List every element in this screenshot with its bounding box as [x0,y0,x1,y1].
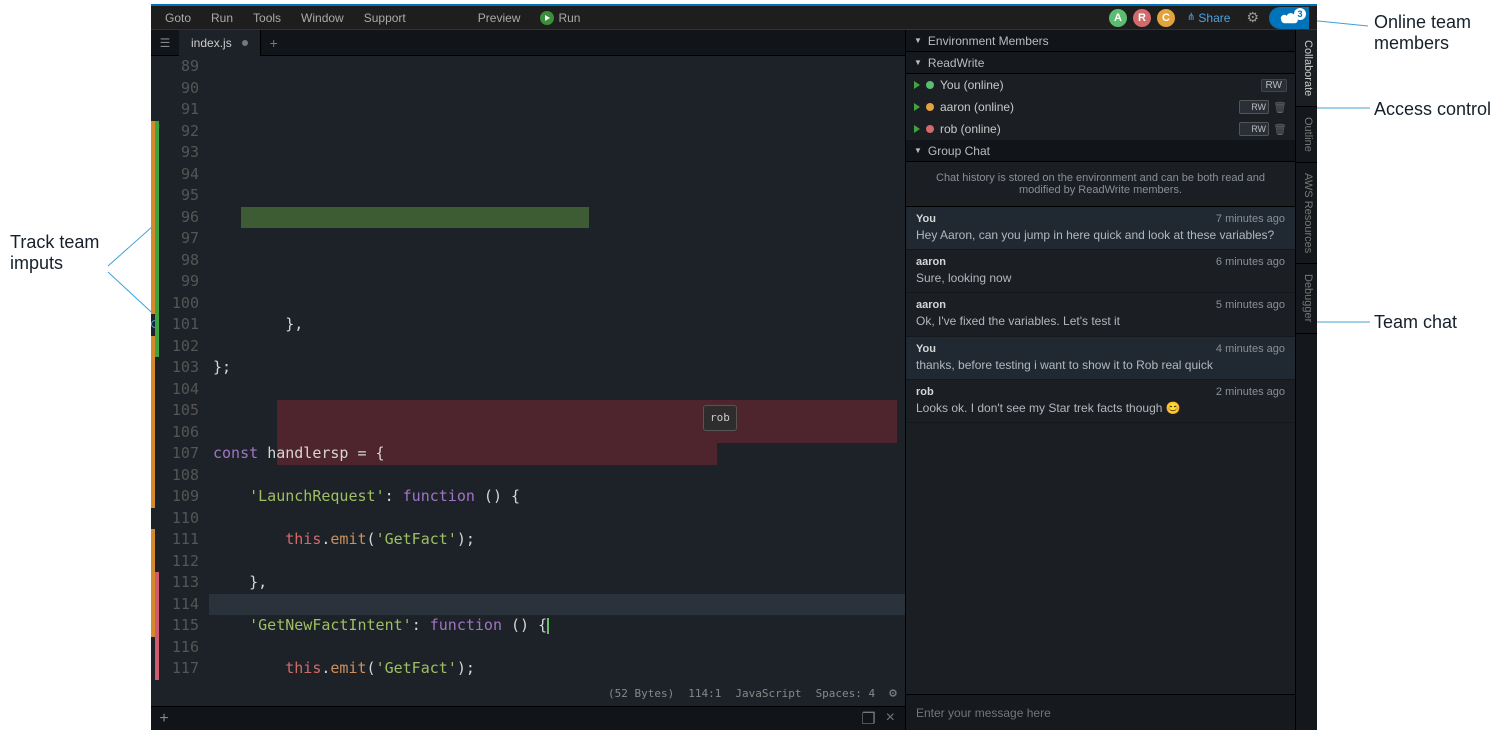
tab-label: index.js [191,36,232,50]
tab-dirty-dot-icon [242,40,248,46]
chat-message: aaron6 minutes ago Sure, looking now [906,250,1295,293]
trash-icon[interactable]: 🗑 [1273,101,1287,114]
triangle-down-icon: ▼ [914,36,922,45]
edit-marker-orange-2 [151,336,155,508]
status-bytes: (52 Bytes) [608,683,674,705]
editor-bottom-bar: + ❐ × [151,706,905,730]
rw-toggle[interactable]: RW [1239,122,1269,136]
menu-tools[interactable]: Tools [243,11,291,25]
editor-pane: ☰ index.js + i [151,30,905,730]
status-cursor-pos: 114:1 [688,683,721,705]
vtab-debugger[interactable]: Debugger [1296,264,1317,333]
vertical-tabs: Collaborate Outline AWS Resources Debugg… [1295,30,1317,730]
triangle-down-icon: ▼ [914,146,922,155]
member-label: aaron (online) [940,100,1014,114]
share-button[interactable]: ⋔ Share [1181,11,1236,25]
edit-marker-pink [155,572,159,680]
edit-marker-green [155,121,159,358]
editor-settings-gear-icon[interactable]: ⚙ [889,683,897,705]
vtab-collaborate[interactable]: Collaborate [1296,30,1317,107]
run-button[interactable]: Run [530,11,590,25]
triangle-down-icon: ▼ [914,58,922,67]
vtab-aws-resources[interactable]: AWS Resources [1296,163,1317,264]
tab-index-js[interactable]: index.js [179,30,261,56]
code-editor[interactable]: i 89 90 [151,56,905,706]
add-tab-button[interactable]: + [261,30,287,56]
tabs-row: ☰ index.js + [151,30,905,56]
chat-input-row [906,694,1295,730]
avatar-a[interactable]: A [1109,9,1127,27]
cloud-count: 3 [1294,8,1306,20]
section-group-chat[interactable]: ▼ Group Chat [906,140,1295,162]
status-spaces[interactable]: Spaces: 4 [816,683,876,705]
menu-run[interactable]: Run [201,11,243,25]
avatar-r[interactable]: R [1133,9,1151,27]
avatar-c[interactable]: C [1157,9,1175,27]
chat-message: rob2 minutes ago Looks ok. I don't see m… [906,380,1295,423]
menu-window[interactable]: Window [291,11,354,25]
status-language[interactable]: JavaScript [735,683,801,705]
play-icon [540,11,554,25]
readwrite-label: ReadWrite [928,56,984,70]
section-readwrite[interactable]: ▼ ReadWrite [906,52,1295,74]
play-icon [914,81,920,89]
member-label: rob (online) [940,122,1001,136]
line-gutter: 89 90 91 92 93 94 95 96 97 98 99 100 101… [161,56,209,706]
annotation-team-chat: Team chat [1374,312,1457,333]
chat-hint: Chat history is stored on the environmen… [906,162,1295,207]
menu-support[interactable]: Support [354,11,416,25]
menubar: Goto Run Tools Window Support Preview Ru… [151,6,1317,30]
chat-input[interactable] [916,706,1285,720]
file-tree-toggle[interactable]: ☰ [151,36,179,50]
presence-dot-icon [926,125,934,133]
editor-status-bar: (52 Bytes) 114:1 JavaScript Spaces: 4 ⚙ [608,683,897,705]
group-chat-label: Group Chat [928,144,990,158]
annotation-access-control: Access control [1374,99,1491,120]
chat-message: You7 minutes ago Hey Aaron, can you jump… [906,207,1295,250]
chat-message: You4 minutes ago thanks, before testing … [906,337,1295,380]
share-label: Share [1198,11,1230,25]
ide-window: Goto Run Tools Window Support Preview Ru… [151,4,1317,730]
vtab-outline[interactable]: Outline [1296,107,1317,163]
play-icon [914,103,920,111]
chat-messages: You7 minutes ago Hey Aaron, can you jump… [906,207,1295,694]
close-panel-icon[interactable]: × [886,709,895,729]
restore-panes-icon[interactable]: ❐ [861,709,875,729]
presence-dot-icon [926,103,934,111]
preview-button[interactable]: Preview [468,11,531,25]
rw-badge: RW [1261,79,1287,92]
annotation-line-online [1308,14,1372,34]
chat-message: aaron5 minutes ago Ok, I've fixed the va… [906,293,1295,336]
cloud-badge[interactable]: 3 [1269,7,1309,29]
env-members-label: Environment Members [928,34,1049,48]
settings-gear-icon[interactable]: ⚙ [1242,9,1263,26]
member-row-aaron[interactable]: aaron (online) RW 🗑 [906,96,1295,118]
annotation-online-members: Online team members [1374,12,1504,54]
presence-dot-icon [926,81,934,89]
section-env-members[interactable]: ▼ Environment Members [906,30,1295,52]
add-panel-button[interactable]: + [151,710,177,728]
share-icon: ⋔ [1187,12,1194,23]
trash-icon[interactable]: 🗑 [1273,123,1287,136]
member-row-rob[interactable]: rob (online) RW 🗑 [906,118,1295,140]
menu-goto[interactable]: Goto [155,11,201,25]
collaborate-panel: ▼ Environment Members ▼ ReadWrite You (o… [905,30,1317,730]
member-label: You (online) [940,78,1004,92]
play-icon [914,125,920,133]
rw-toggle[interactable]: RW [1239,100,1269,114]
code-lines: rob }, }; const handlersp = { 'LaunchReq… [209,56,905,706]
run-label: Run [558,11,580,25]
member-row-you[interactable]: You (online) RW [906,74,1295,96]
